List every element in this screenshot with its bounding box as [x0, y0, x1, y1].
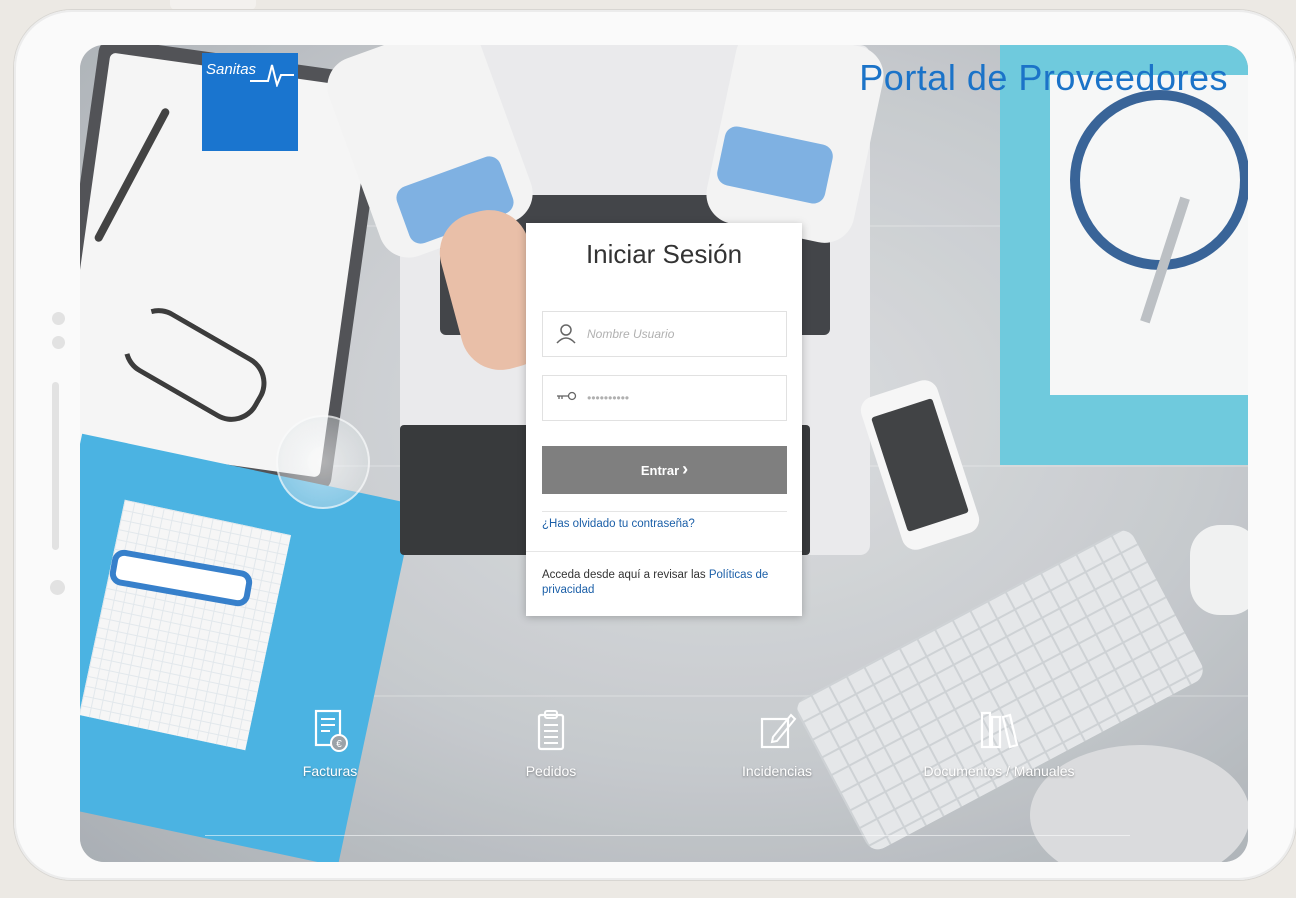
nav-incidencias-label: Incidencias	[741, 763, 813, 779]
tablet-top-tab	[170, 0, 256, 10]
nav-documentos[interactable]: Documentos / Manuales	[904, 707, 1094, 779]
nav-documentos-label: Documentos / Manuales	[923, 763, 1075, 779]
edit-icon	[760, 713, 797, 749]
tablet-side-slot	[52, 382, 59, 550]
divider	[542, 511, 787, 512]
login-card: Iniciar Sesión Entrar › ¿Has olvidado tu…	[526, 223, 802, 616]
password-input[interactable]	[585, 390, 769, 406]
chevron-right-icon: ›	[682, 458, 689, 479]
user-icon	[556, 324, 576, 344]
portal-title: Portal de Proveedores	[859, 57, 1228, 98]
svg-text:€: €	[336, 739, 342, 750]
heartbeat-icon	[250, 64, 294, 87]
nav-incidencias[interactable]: Incidencias	[697, 707, 857, 779]
logo-text: Sanitas	[206, 61, 257, 78]
nav-pedidos[interactable]: Pedidos	[471, 707, 631, 779]
tablet-sensor-dot	[52, 336, 65, 349]
login-title: Iniciar Sesión	[585, 239, 743, 269]
invoice-icon: €	[314, 709, 348, 752]
nav-facturas-label: Facturas	[302, 763, 358, 779]
forgot-password-link[interactable]: ¿Has olvidado tu contraseña?	[542, 518, 695, 530]
sanitas-logo[interactable]: Sanitas	[202, 53, 298, 151]
nav-facturas[interactable]: € Facturas	[250, 707, 410, 779]
username-input[interactable]	[585, 326, 769, 342]
books-icon	[980, 711, 1019, 749]
enter-button-label: Entrar	[640, 462, 680, 478]
nav-pedidos-label: Pedidos	[525, 763, 577, 779]
key-icon	[557, 391, 577, 401]
privacy-text: Acceda desde aquí a revisar las Política…	[542, 568, 787, 598]
privacy-notice: Acceda desde aquí a revisar las Política…	[526, 551, 802, 616]
enter-button[interactable]: Entrar ›	[542, 446, 787, 494]
footer-divider	[205, 835, 1130, 836]
tablet-sensor-dot	[52, 312, 65, 325]
app-screen: Sanitas Portal de Proveedores Iniciar Se…	[80, 45, 1248, 862]
privacy-text-prefix: Acceda desde aquí a revisar las	[542, 569, 709, 581]
tablet-home-dot	[50, 580, 65, 595]
username-field[interactable]	[542, 311, 787, 357]
password-field[interactable]	[542, 375, 787, 421]
clipboard-icon	[537, 710, 565, 751]
